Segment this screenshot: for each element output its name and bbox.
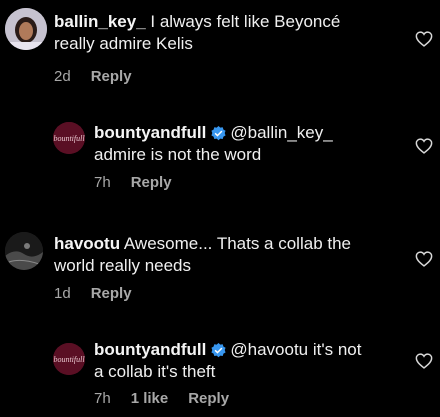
avatar[interactable] xyxy=(5,232,43,270)
verified-badge-icon xyxy=(211,343,226,358)
likes-count[interactable]: 1 like xyxy=(131,390,169,407)
avatar[interactable]: bountifull xyxy=(53,122,85,154)
svg-text:bountifull: bountifull xyxy=(53,355,85,364)
reply-bountyandfull-2: bountifull bountyandfull @havootu it's no… xyxy=(0,322,440,417)
reply-text: @havootu it's not xyxy=(230,340,362,359)
username[interactable]: bountyandfull xyxy=(94,340,206,359)
comment-meta: 7h Reply xyxy=(94,174,192,192)
heart-icon[interactable] xyxy=(415,138,433,154)
avatar[interactable] xyxy=(5,8,47,50)
username[interactable]: havootu xyxy=(54,234,120,253)
comment-meta: 2d Reply xyxy=(54,68,152,86)
comment-text: ballin_key_ I always felt like Beyoncé r… xyxy=(54,12,341,53)
reply-button[interactable]: Reply xyxy=(91,285,132,302)
avatar[interactable]: bountifull xyxy=(53,343,85,375)
timestamp: 1d xyxy=(54,285,71,302)
svg-text:bountifull: bountifull xyxy=(53,134,85,143)
reply-button[interactable]: Reply xyxy=(131,174,172,191)
verified-badge-icon xyxy=(211,126,226,141)
comment-meta: 1d Reply xyxy=(54,285,152,303)
reply-button[interactable]: Reply xyxy=(91,68,132,85)
timestamp: 2d xyxy=(54,68,71,85)
timestamp: 7h xyxy=(94,174,111,191)
comment-ballin-key: ballin_key_ I always felt like Beyoncé r… xyxy=(0,0,440,100)
timestamp: 7h xyxy=(94,390,111,407)
heart-icon[interactable] xyxy=(415,251,433,267)
reply-button[interactable]: Reply xyxy=(188,390,229,407)
comment-text: havootu Awesome... Thats a collab the wo… xyxy=(54,234,352,275)
heart-icon[interactable] xyxy=(415,353,433,369)
heart-icon[interactable] xyxy=(415,31,433,47)
username[interactable]: ballin_key_ xyxy=(54,12,146,31)
reply-bountyandfull-1: bountifull bountyandfull @ballin_key_ adm… xyxy=(0,100,440,200)
comment-meta: 7h 1 like Reply xyxy=(94,390,249,408)
comment-havootu: havootu Awesome... Thats a collab the wo… xyxy=(0,222,440,322)
username[interactable]: bountyandfull xyxy=(94,123,206,142)
comment-text: bountyandfull @ballin_key_ admire is not … xyxy=(94,123,333,164)
mention-link[interactable]: @ballin_key_ xyxy=(230,123,332,142)
comment-text: bountyandfull @havootu it's not a collab … xyxy=(94,340,362,381)
